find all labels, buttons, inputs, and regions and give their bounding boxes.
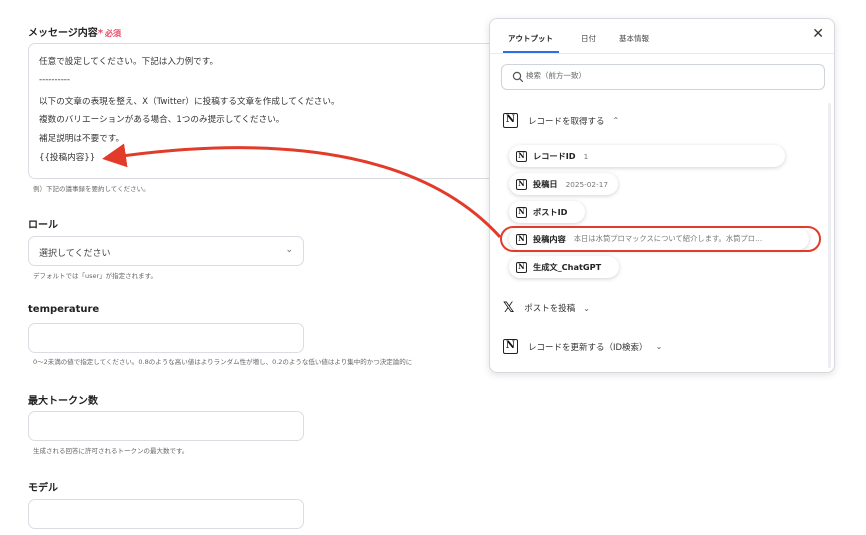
arrow-annotation (102, 143, 502, 239)
